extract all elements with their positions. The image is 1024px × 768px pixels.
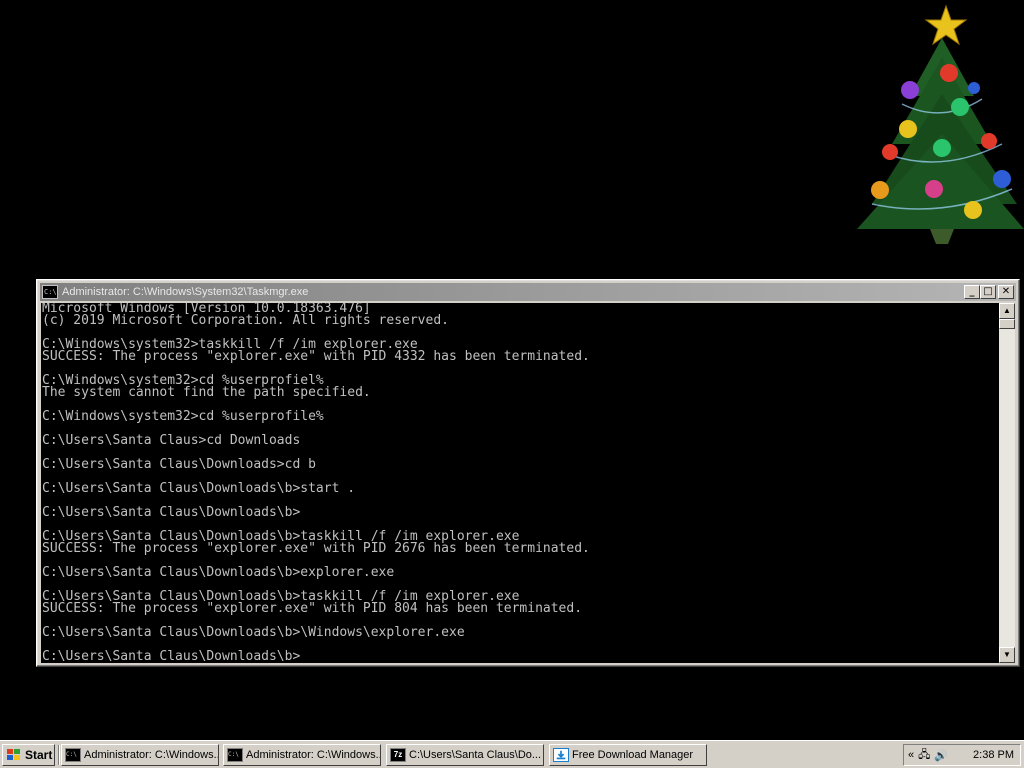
cmd-icon: C:\ bbox=[65, 748, 81, 762]
console-line: C:\Users\Santa Claus>cd Downloads bbox=[42, 433, 301, 448]
taskbar-button-label: Administrator: C:\Windows... bbox=[246, 749, 381, 761]
cmd-icon[interactable]: C:\ bbox=[42, 285, 58, 299]
taskbar-button-label: C:\Users\Santa Claus\Do... bbox=[409, 749, 542, 761]
console-line: C:\Users\Santa Claus\Downloads\b>start . bbox=[42, 481, 356, 496]
7z-icon: 7z bbox=[390, 748, 406, 762]
maximize-button[interactable]: □ bbox=[980, 285, 996, 299]
clock[interactable]: 2:38 PM bbox=[973, 749, 1014, 761]
console-line: SUCCESS: The process "explorer.exe" with… bbox=[42, 349, 590, 364]
console-line: C:\Users\Santa Claus\Downloads\b>\Window… bbox=[42, 625, 465, 640]
console-line: C:\Windows\system32>cd %userprofile% bbox=[42, 409, 324, 424]
console-line: C:\Users\Santa Claus\Downloads\b>explore… bbox=[42, 565, 395, 580]
vertical-scrollbar[interactable]: ▲ ▼ bbox=[999, 303, 1015, 663]
volume-icon[interactable]: 🔊 bbox=[934, 749, 948, 762]
console-titlebar[interactable]: C:\ Administrator: C:\Windows\System32\T… bbox=[40, 283, 1016, 301]
console-line: C:\Users\Santa Claus\Downloads>cd b bbox=[42, 457, 316, 472]
christmas-tree-image[interactable] bbox=[852, 4, 1024, 244]
desktop: C:\ Administrator: C:\Windows\System32\T… bbox=[0, 0, 1024, 740]
star-icon bbox=[924, 4, 968, 46]
console-line: The system cannot find the path specifie… bbox=[42, 385, 371, 400]
console-line: SUCCESS: The process "explorer.exe" with… bbox=[42, 601, 583, 616]
console-line: C:\Users\Santa Claus\Downloads\b> bbox=[42, 505, 301, 520]
console-line: (c) 2019 Microsoft Corporation. All righ… bbox=[42, 313, 449, 328]
system-tray: « 🖧 🔊 2:38 PM bbox=[903, 744, 1021, 766]
console-line: C:\Users\Santa Claus\Downloads\b> bbox=[42, 649, 301, 663]
start-button[interactable]: Start bbox=[2, 744, 55, 766]
taskbar-button-label: Free Download Manager bbox=[572, 749, 694, 761]
minimize-button[interactable]: _ bbox=[964, 285, 980, 299]
console-output[interactable]: Microsoft Windows [Version 10.0.18363.47… bbox=[41, 303, 999, 663]
taskbar-separator bbox=[58, 745, 60, 765]
taskbar-button-fdm[interactable]: Free Download Manager bbox=[549, 744, 707, 766]
scroll-up-button[interactable]: ▲ bbox=[999, 303, 1015, 319]
window-title: Administrator: C:\Windows\System32\Taskm… bbox=[62, 286, 309, 298]
fdm-icon bbox=[553, 748, 569, 762]
console-window[interactable]: C:\ Administrator: C:\Windows\System32\T… bbox=[36, 279, 1020, 667]
start-label: Start bbox=[25, 748, 53, 762]
console-line: SUCCESS: The process "explorer.exe" with… bbox=[42, 541, 590, 556]
taskbar: Start C:\ Administrator: C:\Windows... C… bbox=[0, 740, 1024, 768]
windows-logo-icon bbox=[7, 749, 20, 760]
taskbar-button-7zip[interactable]: 7z C:\Users\Santa Claus\Do... bbox=[386, 744, 544, 766]
close-button[interactable]: ✕ bbox=[998, 285, 1014, 299]
network-icon[interactable]: 🖧 bbox=[918, 746, 930, 765]
tray-expand-icon[interactable]: « bbox=[908, 749, 914, 761]
taskbar-button-label: Administrator: C:\Windows... bbox=[84, 749, 219, 761]
scroll-thumb[interactable] bbox=[999, 319, 1015, 329]
scroll-down-button[interactable]: ▼ bbox=[999, 647, 1015, 663]
taskbar-button-cmd-2[interactable]: C:\ Administrator: C:\Windows... bbox=[223, 744, 381, 766]
cmd-icon: C:\ bbox=[227, 748, 243, 762]
taskbar-button-cmd-1[interactable]: C:\ Administrator: C:\Windows... bbox=[61, 744, 219, 766]
